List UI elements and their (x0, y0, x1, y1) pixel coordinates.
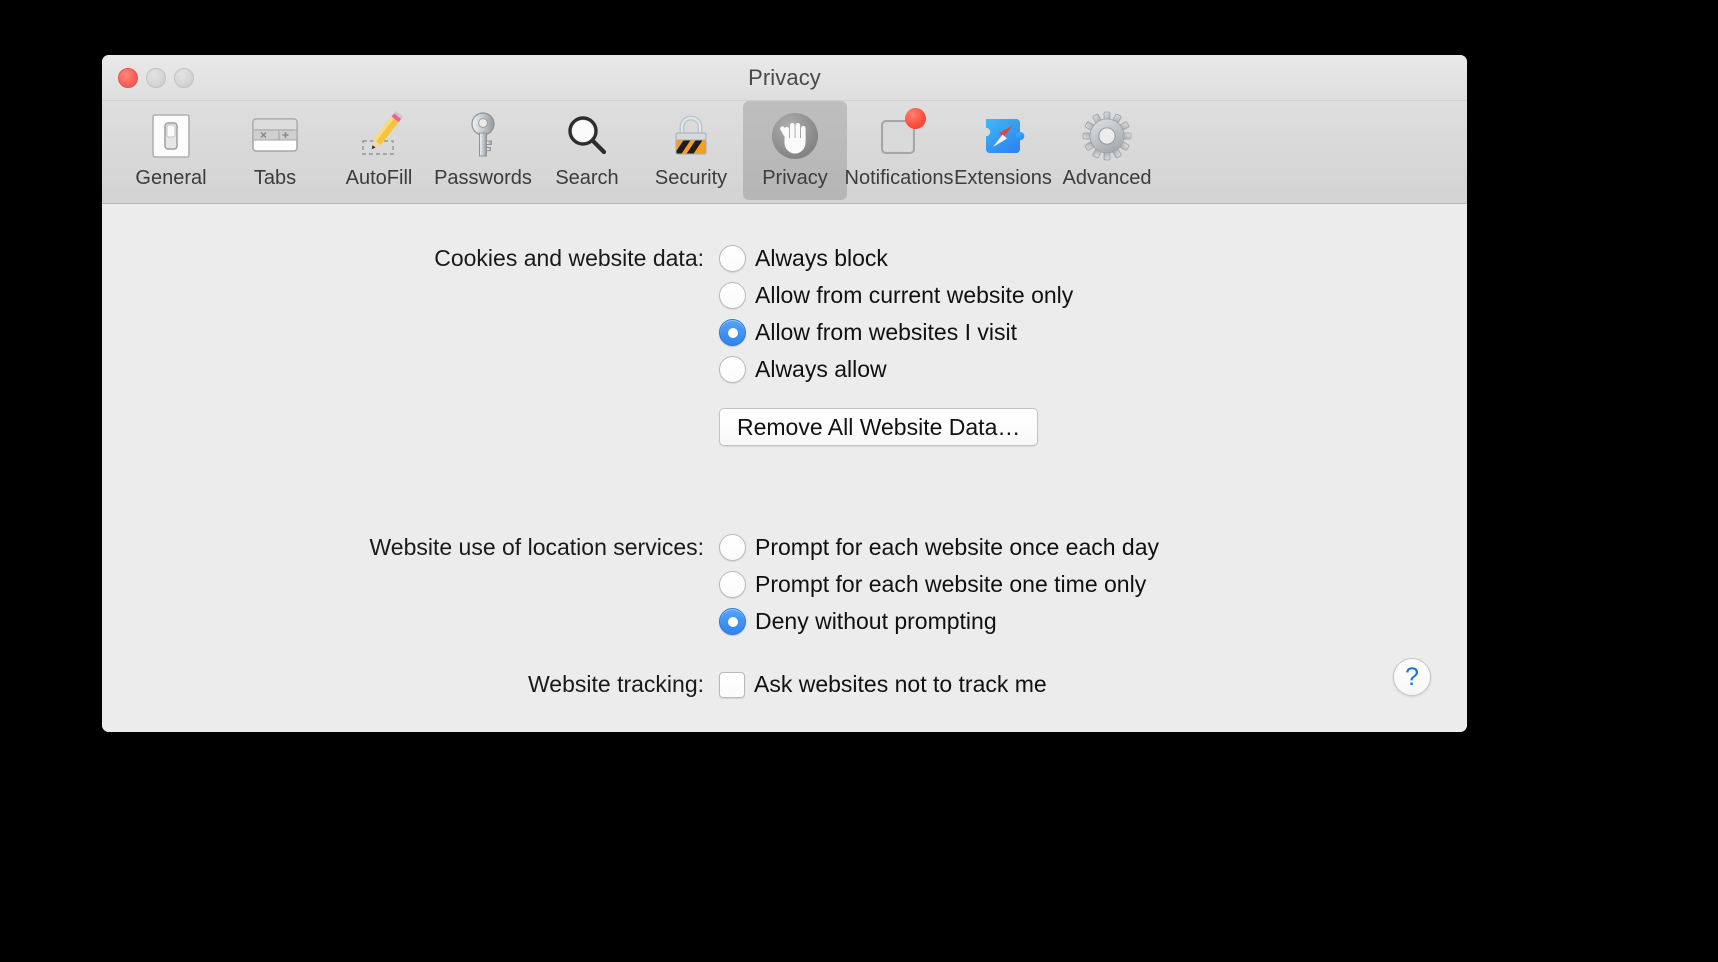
window-title: Privacy (748, 65, 821, 90)
remove-website-data-container: Remove All Website Data… (704, 408, 1039, 446)
notification-badge-icon (870, 107, 928, 165)
radio-allow-websites-i-visit[interactable] (719, 319, 746, 346)
website-tracking-option[interactable]: Ask websites not to track me (719, 666, 1047, 703)
cookies-option-label: Allow from current website only (755, 282, 1074, 308)
cookies-option-websites-i-visit[interactable]: Allow from websites I visit (719, 314, 1073, 351)
location-services-label: Website use of location services: (369, 534, 704, 560)
website-tracking-checkbox-label: Ask websites not to track me (754, 671, 1047, 697)
help-button[interactable]: ? (1393, 658, 1431, 696)
padlock-icon (662, 107, 720, 165)
preferences-toolbar: General Tabs AutoFill Passwords Search S… (102, 101, 1467, 204)
cookies-label: Cookies and website data: (434, 245, 704, 271)
preferences-window: Privacy General Tabs AutoFill Passwords … (102, 55, 1467, 732)
toolbar-item-notifications[interactable]: Notifications (844, 101, 954, 200)
toolbar-item-advanced[interactable]: Advanced (1055, 101, 1159, 200)
cookies-options: Always block Allow from current website … (719, 240, 1073, 388)
radio-prompt-one-time-only[interactable] (719, 571, 746, 598)
toolbar-label-passwords: Passwords (434, 167, 532, 189)
cookies-option-label: Always block (755, 245, 888, 271)
tabs-icon (246, 107, 304, 165)
toolbar-label-search: Search (555, 167, 619, 189)
general-switch-icon (142, 107, 200, 165)
key-icon (454, 107, 512, 165)
cookies-row: Cookies and website data: Always block A… (102, 240, 1322, 388)
cookies-option-label: Always allow (755, 356, 887, 382)
puzzle-compass-icon (974, 107, 1032, 165)
toolbar-item-search[interactable]: Search (535, 101, 639, 200)
toolbar-item-general[interactable]: General (119, 101, 223, 200)
checkbox-ask-websites-not-to-track-me[interactable] (719, 671, 745, 698)
magnifier-icon (558, 107, 616, 165)
hand-stop-icon (766, 107, 824, 165)
toolbar-label-extensions: Extensions (954, 167, 1052, 189)
toolbar-label-general: General (135, 167, 207, 189)
location-option-deny-without-prompting[interactable]: Deny without prompting (719, 603, 1159, 640)
cookies-option-always-block[interactable]: Always block (719, 240, 1073, 277)
toolbar-label-tabs: Tabs (253, 167, 297, 189)
toolbar-item-passwords[interactable]: Passwords (431, 101, 535, 200)
remove-all-website-data-button[interactable]: Remove All Website Data… (719, 408, 1039, 446)
toolbar-label-privacy: Privacy (762, 167, 828, 189)
toolbar-label-advanced: Advanced (1062, 167, 1152, 189)
radio-deny-without-prompting[interactable] (719, 608, 746, 635)
toolbar-item-privacy[interactable]: Privacy (743, 101, 847, 200)
notification-dot-icon (905, 108, 926, 129)
toolbar-item-security[interactable]: Security (639, 101, 743, 200)
location-option-one-time-only[interactable]: Prompt for each website one time only (719, 566, 1159, 603)
toolbar-label-notifications: Notifications (844, 167, 954, 189)
radio-allow-current-website-only[interactable] (719, 282, 746, 309)
location-option-label: Prompt for each website one time only (755, 571, 1147, 597)
location-option-label: Deny without prompting (755, 608, 997, 634)
cookies-option-current-website-only[interactable]: Allow from current website only (719, 277, 1073, 314)
cookies-option-always-allow[interactable]: Always allow (719, 351, 1073, 388)
cookies-option-label: Allow from websites I visit (755, 319, 1018, 345)
gear-icon (1078, 107, 1136, 165)
location-services-row: Website use of location services: Prompt… (102, 529, 1402, 640)
toolbar-label-autofill: AutoFill (345, 167, 413, 189)
website-tracking-options: Ask websites not to track me (719, 666, 1047, 703)
radio-always-block[interactable] (719, 245, 746, 272)
toolbar-item-extensions[interactable]: Extensions (951, 101, 1055, 200)
location-option-label: Prompt for each website once each day (755, 534, 1160, 560)
website-tracking-row: Website tracking: Ask websites not to tr… (102, 666, 1302, 703)
radio-prompt-once-each-day[interactable] (719, 534, 746, 561)
pencil-autofill-icon (350, 107, 408, 165)
window-titlebar: Privacy (102, 55, 1467, 101)
radio-always-allow[interactable] (719, 356, 746, 383)
privacy-pane: Cookies and website data: Always block A… (102, 204, 1467, 732)
location-option-once-each-day[interactable]: Prompt for each website once each day (719, 529, 1159, 566)
toolbar-item-tabs[interactable]: Tabs (223, 101, 327, 200)
toolbar-label-security: Security (654, 167, 728, 189)
toolbar-item-autofill[interactable]: AutoFill (327, 101, 431, 200)
location-services-options: Prompt for each website once each day Pr… (719, 529, 1159, 640)
website-tracking-label: Website tracking: (528, 671, 704, 697)
